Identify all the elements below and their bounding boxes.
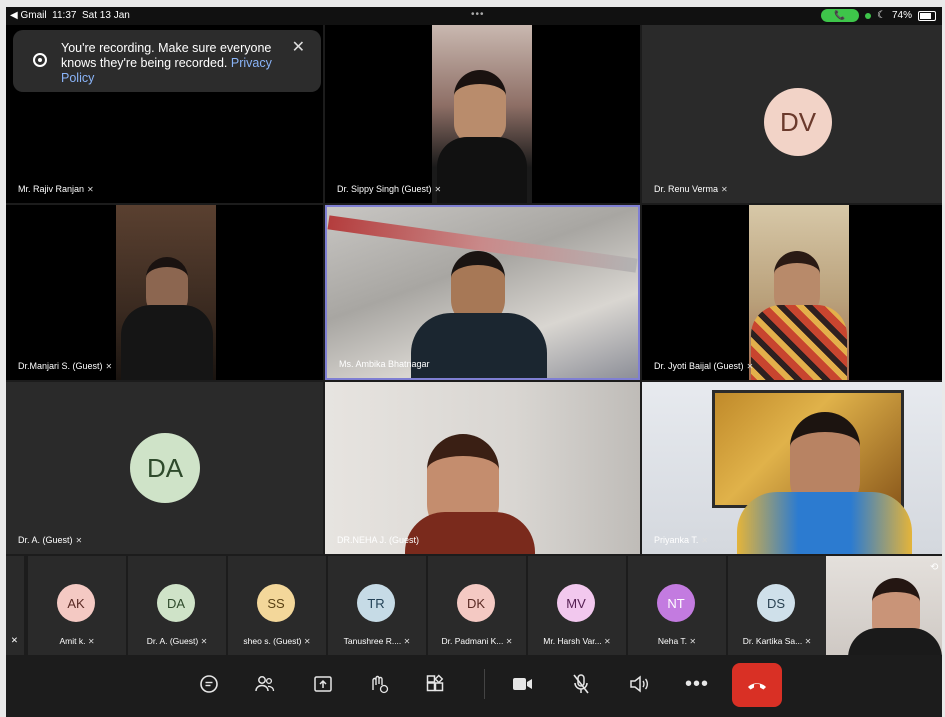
participant-thumb-partial[interactable]: ✕ [6, 556, 24, 655]
participant-body [737, 492, 912, 554]
thumb-name: Tanushree R.... ✕ [343, 636, 411, 646]
mic-muted-icon: ✕ [10, 635, 18, 645]
tile-name: Dr. A. (Guest) ✕ [18, 535, 83, 545]
avatar: DS [757, 584, 795, 622]
back-to-app[interactable]: ◀ Gmail [10, 10, 47, 21]
mic-muted-icon: ✕ [701, 535, 709, 545]
moon-icon: ☾ [877, 10, 886, 21]
chat-icon[interactable] [194, 669, 224, 699]
close-icon[interactable]: ✕ [292, 40, 305, 56]
status-date: Sat 13 Jan [82, 10, 130, 21]
participant-video [116, 205, 216, 380]
active-call-icon[interactable]: 📞 [821, 9, 860, 22]
battery-percent: 74% [891, 10, 912, 21]
self-view[interactable]: ⟲ [826, 556, 942, 658]
switch-camera-icon[interactable]: ⟲ [930, 562, 938, 573]
avatar: NT [657, 584, 695, 622]
recording-message: You're recording. Make sure everyone kno… [61, 41, 281, 86]
mic-muted-icon: ✕ [721, 184, 728, 194]
end-call-icon [748, 683, 766, 690]
tile-name: Priyanka T. ✕ [654, 535, 709, 545]
avatar: AK [57, 584, 95, 622]
participant-body [405, 512, 535, 554]
participant-strip[interactable]: ✕ AK Amit k. ✕ DA Dr. A. (Guest) ✕ SS sh… [6, 556, 942, 658]
participant-video [327, 207, 638, 378]
participant-thumb[interactable]: NT Neha T. ✕ [628, 556, 726, 655]
speaker-icon[interactable] [624, 669, 654, 699]
tile-name: DR.NEHA J. (Guest) [337, 535, 420, 545]
mic-muted-icon: ✕ [434, 184, 442, 194]
participant-face [454, 70, 506, 144]
avatar: DA [130, 433, 200, 503]
participant-body [411, 313, 547, 378]
participant-video [432, 25, 532, 203]
end-call-button[interactable] [732, 663, 782, 707]
thumb-name: Neha T. ✕ [657, 636, 697, 646]
avatar: MV [557, 584, 595, 622]
camera-icon[interactable] [508, 669, 538, 699]
participant-tile[interactable]: Dr.Manjari S. (Guest) ✕ [6, 205, 323, 380]
thumb-name: Dr. A. (Guest) ✕ [146, 636, 208, 646]
avatar: DV [764, 88, 832, 156]
participant-thumb[interactable]: AK Amit k. ✕ [28, 556, 126, 655]
participant-video [642, 382, 942, 554]
participant-tile[interactable]: Dr. Jyoti Baijal (Guest) ✕ [642, 205, 942, 380]
status-bar: ◀ Gmail 11:37 Sat 13 Jan ••• 📞 ☾ 74% [6, 7, 942, 25]
thumb-name: Amit k. ✕ [59, 636, 95, 646]
present-icon[interactable] [308, 669, 338, 699]
tile-name: Dr. Jyoti Baijal (Guest) ✕ [654, 361, 754, 371]
self-body [848, 628, 942, 658]
participant-body [437, 137, 527, 203]
active-speaker-tile[interactable]: Ms. Ambika Bhatnagar [325, 205, 640, 380]
participant-thumb[interactable]: MV Mr. Harsh Var... ✕ [528, 556, 626, 655]
thumb-name: Mr. Harsh Var... ✕ [543, 636, 611, 646]
thumb-name: Dr. Padmani K... ✕ [441, 636, 513, 646]
mic-muted-icon: ✕ [75, 535, 83, 545]
more-icon[interactable]: ••• [682, 669, 712, 699]
tile-name: Dr. Renu Verma ✕ [654, 184, 728, 194]
avatar: SS [257, 584, 295, 622]
recording-icon [33, 53, 47, 67]
participant-thumb[interactable]: SS sheo s. (Guest) ✕ [228, 556, 326, 655]
activities-icon[interactable] [420, 669, 450, 699]
tile-name: Dr.Manjari S. (Guest) ✕ [18, 361, 113, 371]
meet-window: ◀ Gmail 11:37 Sat 13 Jan ••• 📞 ☾ 74% Mr.… [6, 7, 942, 717]
people-icon[interactable] [250, 669, 280, 699]
participant-tile[interactable]: DA Dr. A. (Guest) ✕ [6, 382, 323, 554]
mic-muted-icon: ✕ [105, 361, 113, 371]
status-time: 11:37 [52, 10, 77, 21]
thumb-name: sheo s. (Guest) ✕ [243, 636, 311, 646]
participant-thumb[interactable]: DA Dr. A. (Guest) ✕ [128, 556, 226, 655]
participant-video [749, 205, 849, 380]
recording-banner: You're recording. Make sure everyone kno… [13, 30, 321, 92]
participant-tile[interactable]: Priyanka T. ✕ [642, 382, 942, 554]
mic-muted-icon: ✕ [746, 361, 754, 371]
participant-thumb[interactable]: TR Tanushree R.... ✕ [328, 556, 426, 655]
avatar: DK [457, 584, 495, 622]
avatar: TR [357, 584, 395, 622]
participant-body [751, 305, 847, 380]
call-toolbar: ••• [6, 655, 942, 717]
avatar: DA [157, 584, 195, 622]
battery-icon [918, 10, 936, 21]
status-left: ◀ Gmail 11:37 Sat 13 Jan [10, 10, 130, 21]
participant-body [121, 305, 213, 380]
camera-indicator-icon [865, 12, 872, 19]
participant-tile[interactable]: Dr. Sippy Singh (Guest) ✕ [325, 25, 640, 203]
raise-hand-icon[interactable] [364, 669, 394, 699]
toolbar-divider [484, 669, 485, 699]
status-right: 📞 ☾ 74% [821, 9, 936, 22]
participant-thumb[interactable]: DK Dr. Padmani K... ✕ [428, 556, 526, 655]
participant-tile[interactable]: DV Dr. Renu Verma ✕ [642, 25, 942, 203]
participant-video [325, 382, 640, 554]
tile-name: Mr. Rajiv Ranjan ✕ [18, 184, 94, 194]
multitask-dots-icon[interactable]: ••• [471, 9, 485, 20]
mic-off-icon[interactable] [566, 669, 596, 699]
participant-tile[interactable]: DR.NEHA J. (Guest) [325, 382, 640, 554]
mic-muted-icon: ✕ [87, 184, 94, 194]
participant-thumb[interactable]: DS Dr. Kartika Sa... ✕ [728, 556, 826, 655]
tile-name: Dr. Sippy Singh (Guest) ✕ [337, 184, 442, 194]
thumb-name: Dr. Kartika Sa... ✕ [742, 636, 812, 646]
tile-name: Ms. Ambika Bhatnagar [339, 359, 430, 369]
